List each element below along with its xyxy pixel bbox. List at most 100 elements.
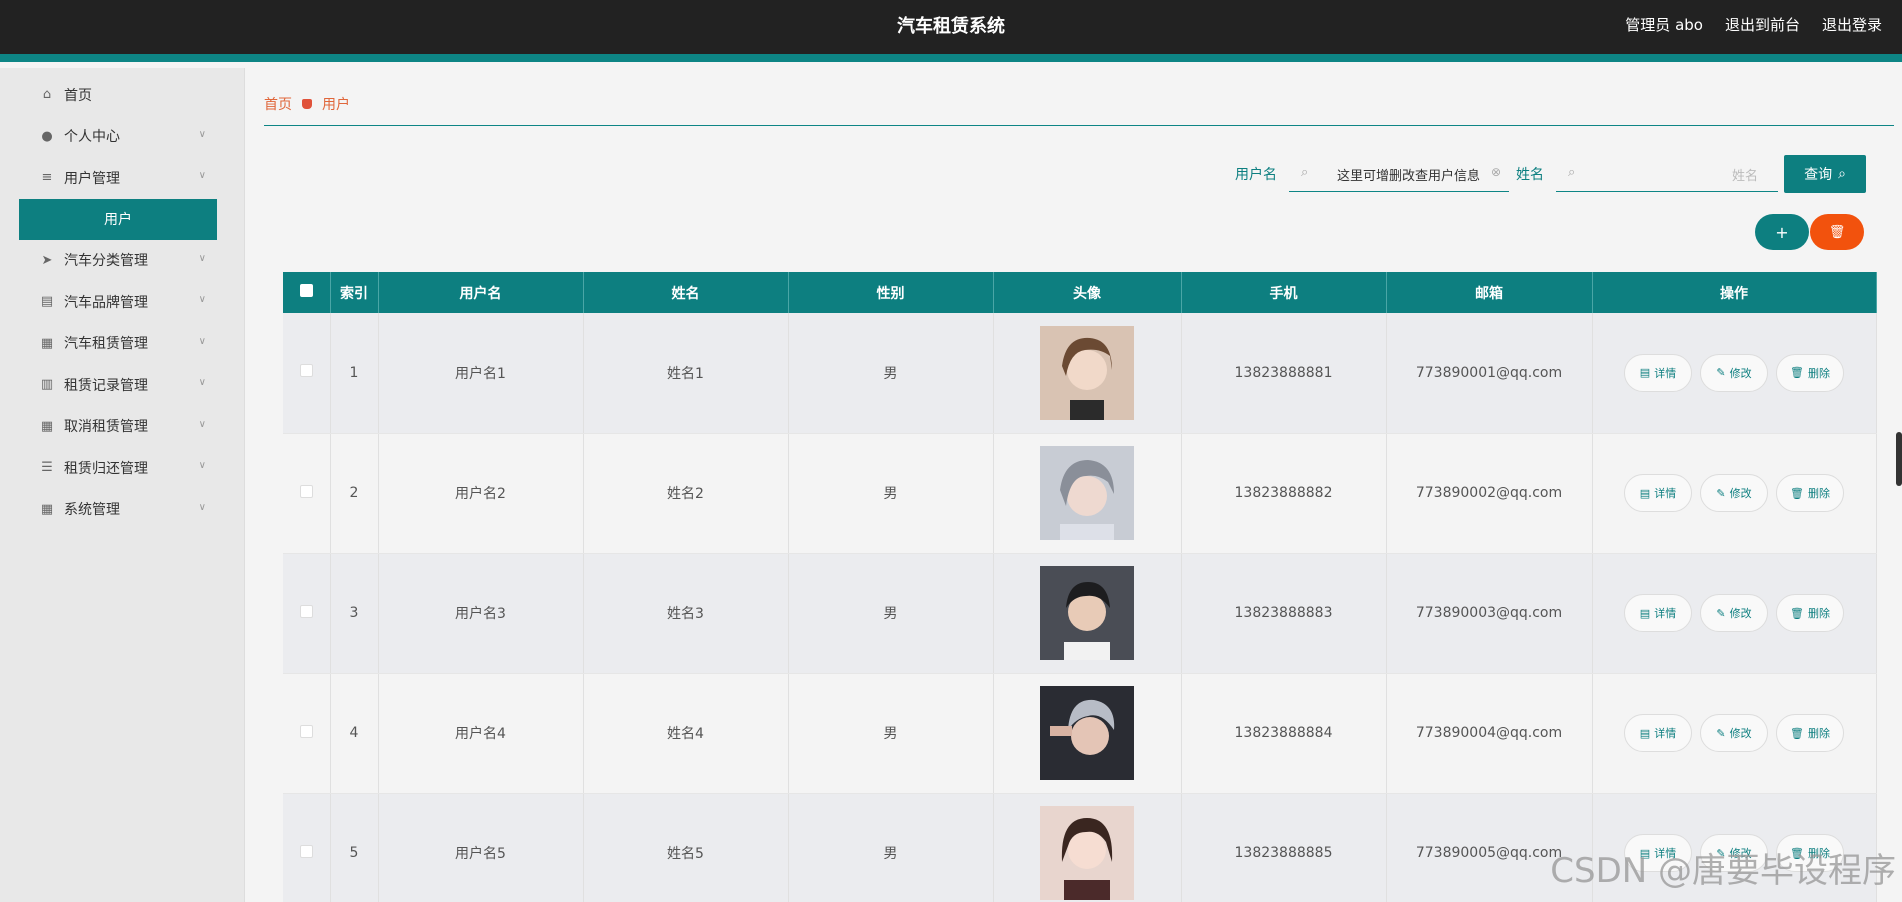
delete-label: 删除 (1807, 487, 1830, 500)
row-checkbox[interactable] (299, 364, 313, 378)
delete-label: 删除 (1807, 727, 1830, 740)
column-header: 姓名 (583, 272, 789, 313)
add-button[interactable]: + (1755, 214, 1809, 250)
top-accent-bar (0, 54, 1902, 62)
cell-name: 姓名5 (583, 793, 789, 902)
column-header: 性别 (788, 272, 994, 313)
chevron-down-icon: ∨ (198, 418, 206, 430)
detail-label: 详情 (1654, 487, 1677, 500)
row-checkbox[interactable] (299, 844, 313, 858)
column-header: 手机 (1181, 272, 1387, 313)
logout-link[interactable]: 退出登录 (1822, 14, 1882, 35)
table-row: 3 用户名3 姓名3 男 13823888883 773890003@qq.co… (283, 553, 1877, 674)
breadcrumb-current: 用户 (322, 97, 350, 113)
username-label: 用户名 (1235, 167, 1277, 183)
edit-button[interactable]: ✎ 修改 (1700, 353, 1768, 392)
document-icon: ▤ (1639, 726, 1651, 740)
front-link[interactable]: 退出到前台 (1725, 14, 1800, 35)
cell-email: 773890001@qq.com (1386, 313, 1593, 434)
column-header: 邮箱 (1386, 272, 1593, 313)
sidebar-item-car-brand[interactable]: ▤ 汽车品牌管理 ∨ (0, 281, 244, 323)
delete-button[interactable]: 🗑 删除 (1776, 594, 1844, 632)
cell-username: 用户名2 (378, 433, 584, 554)
chevron-down-icon: ∨ (198, 170, 206, 181)
edit-button[interactable]: ✎ 修改 (1700, 474, 1768, 512)
pencil-icon: ✎ (1716, 726, 1726, 740)
table-row: 2 用户名2 姓名2 男 13823888882 773890002@qq.co… (283, 433, 1877, 554)
delete-button[interactable]: 🗑 删除 (1776, 353, 1844, 392)
cell-username: 用户名5 (378, 793, 584, 902)
grid-icon: ▦ (40, 335, 54, 351)
select-all-cell (283, 272, 331, 313)
sidebar-item-label: 租赁归还管理 (64, 460, 148, 477)
home-icon: ⌂ (42, 87, 52, 103)
cell-phone: 13823888882 (1181, 433, 1387, 554)
username-search: 用户名 ⌕ 这里可增删改查用户信息 ⊗ (1235, 156, 1509, 192)
cell-name: 姓名4 (583, 673, 789, 794)
cell-phone: 13823888881 (1181, 313, 1387, 434)
sidebar-item-car-rental[interactable]: ▦ 汽车租赁管理 ∨ (0, 323, 244, 365)
name-search: 姓名 ⌕ 姓名 (1516, 156, 1778, 192)
query-button[interactable]: 查询 ⌕ (1784, 155, 1866, 193)
sidebar-subitem-user[interactable]: 用户 (19, 198, 217, 240)
row-checkbox[interactable] (299, 724, 313, 738)
clear-icon[interactable]: ⊗ (1491, 165, 1501, 179)
username-input[interactable]: ⌕ 这里可增删改查用户信息 ⊗ (1289, 156, 1509, 192)
sidebar-item-profile[interactable]: ● 个人中心 ∨ (0, 116, 244, 158)
cell-username: 用户名3 (378, 553, 584, 674)
chevron-down-icon: ∨ (198, 294, 206, 305)
delete-label: 删除 (1807, 366, 1830, 380)
edit-button[interactable]: ✎ 修改 (1700, 714, 1768, 752)
chevron-down-icon: ∨ (198, 501, 206, 513)
detail-button[interactable]: ▤ 详情 (1624, 714, 1692, 752)
batch-delete-button[interactable]: 🗑 (1810, 214, 1864, 250)
cell-index: 4 (330, 673, 379, 794)
cell-name: 姓名1 (583, 313, 789, 434)
edit-label: 修改 (1729, 607, 1752, 620)
pencil-icon: ✎ (1716, 486, 1726, 500)
sidebar-item-system[interactable]: ▦ 系统管理 ∨ (0, 489, 244, 531)
sidebar-item-rental-records[interactable]: ▥ 租赁记录管理 ∨ (0, 364, 244, 406)
detail-button[interactable]: ▤ 详情 (1624, 474, 1692, 512)
cell-email: 773890002@qq.com (1386, 433, 1593, 554)
breadcrumb-home[interactable]: 首页 (264, 94, 292, 114)
chevron-down-icon: ∨ (198, 460, 206, 471)
delete-button[interactable]: 🗑 删除 (1776, 474, 1844, 512)
app-title: 汽车租赁系统 (897, 16, 1005, 37)
detail-label: 详情 (1654, 607, 1677, 620)
top-bar: 汽车租赁系统 管理员 abo 退出到前台 退出登录 (0, 0, 1902, 62)
query-button-label: 查询 (1804, 167, 1833, 183)
cell-gender: 男 (788, 673, 994, 794)
sidebar-item-home[interactable]: ⌂ 首页 (0, 74, 244, 116)
table-header: 索引 用户名 姓名 性别 头像 手机 邮箱 操作 (283, 272, 1877, 313)
sidebar-item-car-category[interactable]: ➤ 汽车分类管理 ∨ (0, 240, 244, 282)
cell-phone: 13823888883 (1181, 553, 1387, 674)
name-input[interactable]: ⌕ 姓名 (1556, 156, 1778, 192)
cell-email: 773890003@qq.com (1386, 553, 1593, 674)
chevron-down-icon: ∨ (198, 252, 206, 264)
cell-phone: 13823888885 (1181, 793, 1387, 902)
sidebar-item-label: 首页 (64, 87, 92, 104)
delete-button[interactable]: 🗑 删除 (1776, 714, 1844, 752)
select-all-checkbox[interactable] (299, 284, 313, 297)
trash-icon: 🗑 (1790, 606, 1804, 620)
edit-label: 修改 (1729, 487, 1752, 500)
row-checkbox[interactable] (299, 484, 313, 498)
admin-label: 管理员 abo (1625, 16, 1703, 34)
edit-label: 修改 (1729, 727, 1752, 740)
name-input-placeholder: 姓名 (1731, 169, 1758, 184)
watermark: CSDN @唐要毕设程序 (1550, 851, 1896, 891)
column-header: 索引 (330, 272, 379, 313)
edit-button[interactable]: ✎ 修改 (1700, 594, 1768, 632)
detail-button[interactable]: ▤ 详情 (1624, 594, 1692, 632)
sidebar-item-cancel-rental[interactable]: ▦ 取消租赁管理 ∨ (0, 406, 244, 448)
detail-button[interactable]: ▤ 详情 (1624, 353, 1692, 392)
avatar (1040, 566, 1134, 660)
row-checkbox[interactable] (299, 604, 313, 618)
sidebar-item-users[interactable]: ≡ 用户管理 ∨ (0, 157, 244, 199)
document-icon: ▤ (1639, 486, 1651, 500)
sidebar-item-rental-return[interactable]: ☰ 租赁归还管理 ∨ (0, 447, 244, 489)
cell-gender: 男 (788, 313, 994, 434)
scrollbar-thumb[interactable] (1896, 432, 1902, 486)
cell-name: 姓名2 (583, 433, 789, 554)
